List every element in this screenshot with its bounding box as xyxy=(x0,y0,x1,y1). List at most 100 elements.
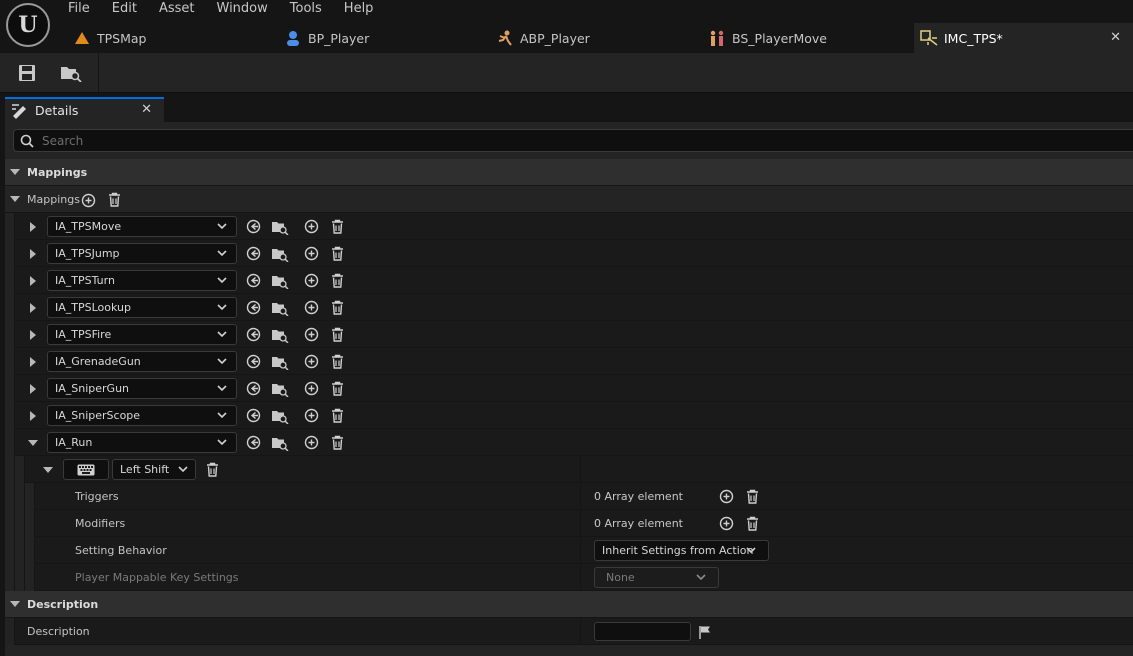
expand-arrow-icon[interactable] xyxy=(30,330,36,340)
expand-arrow-icon[interactable] xyxy=(30,222,36,232)
menu-help[interactable]: Help xyxy=(333,0,385,18)
key-selector-button[interactable] xyxy=(63,459,109,480)
use-selected-asset-icon xyxy=(246,354,261,369)
localization-flag-button[interactable] xyxy=(696,623,713,640)
browse-asset-button[interactable] xyxy=(271,272,289,289)
use-selected-asset-button[interactable] xyxy=(245,407,262,424)
add-key-button[interactable] xyxy=(303,380,320,397)
expand-arrow-icon[interactable] xyxy=(30,357,36,367)
input-action-picker[interactable]: IA_TPSTurn xyxy=(47,270,237,291)
add-element-button[interactable] xyxy=(80,192,97,209)
add-key-button[interactable] xyxy=(303,218,320,235)
browse-asset-button[interactable] xyxy=(271,218,289,235)
collapse-arrow-icon[interactable] xyxy=(10,601,20,607)
use-selected-asset-button[interactable] xyxy=(245,245,262,262)
add-element-button[interactable] xyxy=(718,515,735,532)
browse-asset-icon xyxy=(271,354,289,370)
remove-mapping-button[interactable] xyxy=(329,434,346,451)
browse-asset-icon xyxy=(271,381,289,397)
input-action-picker[interactable]: IA_TPSLookup xyxy=(47,297,237,318)
expand-arrow-icon[interactable] xyxy=(30,249,36,259)
use-selected-asset-button[interactable] xyxy=(245,353,262,370)
browse-to-asset-button[interactable] xyxy=(58,61,84,85)
remove-mapping-button[interactable] xyxy=(329,380,346,397)
collapse-arrow-icon[interactable] xyxy=(10,196,20,202)
use-selected-asset-button[interactable] xyxy=(245,272,262,289)
input-action-picker[interactable]: IA_GrenadeGun xyxy=(47,351,237,372)
menu-asset[interactable]: Asset xyxy=(148,0,206,18)
remove-mapping-button[interactable] xyxy=(329,299,346,316)
input-action-picker[interactable]: IA_Run xyxy=(47,432,237,453)
remove-mapping-button[interactable] xyxy=(329,407,346,424)
remove-mapping-button[interactable] xyxy=(329,353,346,370)
key-dropdown[interactable]: Left Shift xyxy=(112,459,196,480)
add-key-button[interactable] xyxy=(303,299,320,316)
tab-imc-tps[interactable]: IMC_TPS* ✕ xyxy=(914,23,1133,53)
browse-asset-button[interactable] xyxy=(271,245,289,262)
input-action-picker[interactable]: IA_TPSFire xyxy=(47,324,237,345)
add-key-button[interactable] xyxy=(303,407,320,424)
add-key-icon xyxy=(304,246,319,261)
expand-arrow-icon[interactable] xyxy=(30,411,36,421)
browse-asset-button[interactable] xyxy=(271,407,289,424)
setting-behavior-dropdown[interactable]: Inherit Settings from Action xyxy=(594,540,769,561)
use-selected-asset-button[interactable] xyxy=(245,299,262,316)
tab-tpsmap[interactable]: TPSMap xyxy=(73,23,273,53)
input-action-picker[interactable]: IA_TPSMove xyxy=(47,216,237,237)
expand-arrow-icon[interactable] xyxy=(43,467,53,473)
unreal-logo-icon[interactable]: U xyxy=(6,3,50,47)
clear-array-button[interactable] xyxy=(744,515,761,532)
input-action-picker[interactable]: IA_SniperGun xyxy=(47,378,237,399)
tab-abp-player[interactable]: ABP_Player xyxy=(496,23,696,53)
tab-bp-player[interactable]: BP_Player xyxy=(284,23,484,53)
add-key-button[interactable] xyxy=(303,326,320,343)
search-box[interactable] xyxy=(13,129,1133,152)
menu-file[interactable]: File xyxy=(57,0,101,18)
save-button[interactable] xyxy=(14,61,40,85)
asset-toolbar xyxy=(0,53,1133,93)
indent-guide xyxy=(5,213,15,240)
use-selected-asset-button[interactable] xyxy=(245,218,262,235)
description-input[interactable] xyxy=(594,622,691,641)
indent-guide xyxy=(5,564,15,591)
clear-array-button[interactable] xyxy=(744,488,761,505)
expand-arrow-icon[interactable] xyxy=(30,384,36,394)
close-icon[interactable]: ✕ xyxy=(141,102,152,117)
menu-tools[interactable]: Tools xyxy=(279,0,333,18)
expand-arrow-icon[interactable] xyxy=(30,276,36,286)
collapse-arrow-icon[interactable] xyxy=(10,169,20,175)
menu-window[interactable]: Window xyxy=(206,0,279,18)
browse-asset-button[interactable] xyxy=(271,326,289,343)
use-selected-asset-button[interactable] xyxy=(245,434,262,451)
input-action-picker[interactable]: IA_TPSJump xyxy=(47,243,237,264)
browse-asset-button[interactable] xyxy=(271,299,289,316)
add-element-button[interactable] xyxy=(718,488,735,505)
delete-all-button[interactable] xyxy=(106,191,123,208)
add-key-button[interactable] xyxy=(303,353,320,370)
add-key-button[interactable] xyxy=(303,434,320,451)
close-icon[interactable]: ✕ xyxy=(1110,30,1121,45)
search-input[interactable] xyxy=(42,133,642,148)
browse-asset-button[interactable] xyxy=(271,434,289,451)
use-selected-asset-icon xyxy=(246,300,261,315)
title-bar: U File Edit Asset Window Tools Help TPSM… xyxy=(0,0,1133,53)
tab-bs-playermove[interactable]: BS_PlayerMove xyxy=(708,23,908,53)
expand-arrow-icon[interactable] xyxy=(28,440,38,446)
expand-arrow-icon[interactable] xyxy=(30,303,36,313)
input-mapping-context-icon xyxy=(920,30,938,46)
remove-mapping-button[interactable] xyxy=(329,245,346,262)
remove-key-button[interactable] xyxy=(204,461,221,478)
use-selected-asset-button[interactable] xyxy=(245,380,262,397)
remove-mapping-button[interactable] xyxy=(329,218,346,235)
add-key-button[interactable] xyxy=(303,245,320,262)
add-key-icon xyxy=(304,435,319,450)
menu-edit[interactable]: Edit xyxy=(101,0,148,18)
add-key-button[interactable] xyxy=(303,272,320,289)
tab-details[interactable]: Details ✕ xyxy=(5,97,164,122)
remove-mapping-button[interactable] xyxy=(329,326,346,343)
use-selected-asset-button[interactable] xyxy=(245,326,262,343)
browse-asset-button[interactable] xyxy=(271,380,289,397)
remove-mapping-button[interactable] xyxy=(329,272,346,289)
input-action-picker[interactable]: IA_SniperScope xyxy=(47,405,237,426)
browse-asset-button[interactable] xyxy=(271,353,289,370)
